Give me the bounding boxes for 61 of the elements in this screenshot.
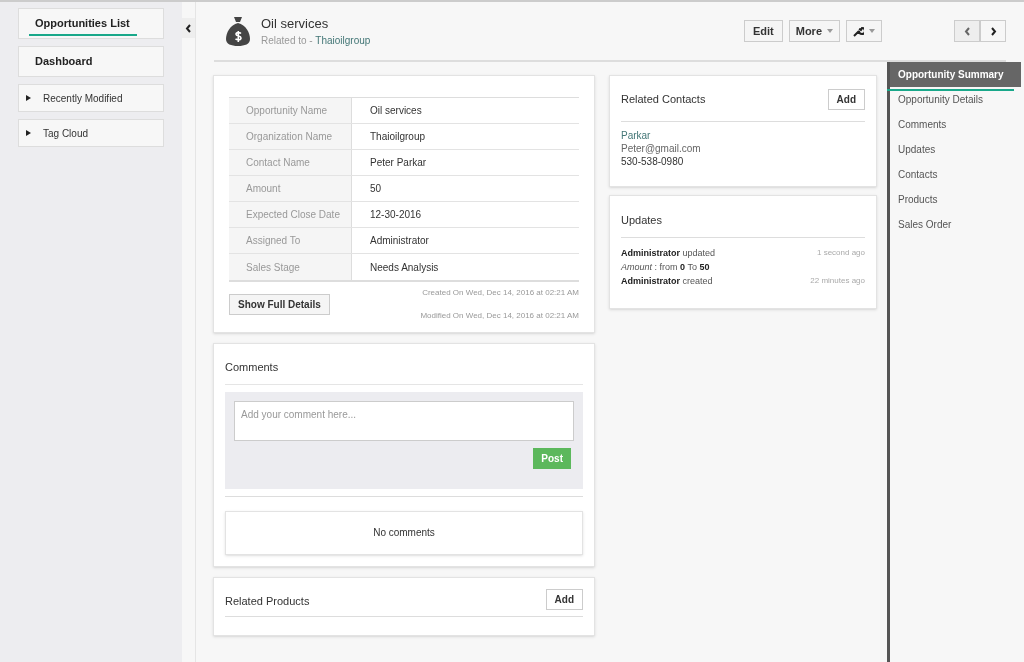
contact-email: Peter@gmail.com: [621, 142, 702, 155]
field-value: Thaioilgroup: [369, 130, 426, 144]
field-label: Expected Close Date: [229, 202, 352, 227]
edit-button[interactable]: Edit: [743, 20, 783, 42]
section-title: Related Products: [225, 594, 310, 609]
comment-input[interactable]: Add your comment here...: [234, 400, 574, 441]
update-time: 1 second ago: [816, 246, 865, 259]
caret-icon: [869, 29, 875, 33]
record-title: Oil services: [261, 14, 330, 33]
modified-timestamp: Modified On Wed, Dec 14, 2016 at 02:21 AM: [420, 310, 579, 322]
caret-icon: [827, 29, 833, 33]
sidebar-link[interactable]: Dashboard: [18, 46, 164, 77]
field-value: 12-30-2016: [369, 208, 422, 222]
collapse-sidebar-button[interactable]: [182, 18, 195, 38]
section-nav-item[interactable]: Updates: [890, 137, 1021, 162]
wrench-icon: [853, 25, 864, 37]
settings-dropdown[interactable]: [846, 20, 882, 42]
next-record-button[interactable]: [980, 20, 1006, 42]
section-title: Related Contacts: [621, 92, 706, 108]
contact-name-link[interactable]: Parkar: [621, 129, 651, 142]
section-title: Updates: [621, 212, 865, 238]
collapsible-section[interactable]: Tag Cloud: [18, 119, 164, 147]
field-label: Organization Name: [229, 124, 352, 149]
field-label: Contact Name: [229, 150, 352, 175]
show-full-details-button[interactable]: Show Full Details: [229, 294, 330, 315]
money-bag-icon: [226, 15, 250, 47]
field-label: Assigned To: [229, 228, 352, 253]
section-nav-item[interactable]: Contacts: [890, 162, 1021, 187]
related-label: Related to -: [261, 35, 314, 47]
section-nav-item[interactable]: Comments: [890, 112, 1021, 137]
chevron-left-icon: [185, 23, 192, 33]
organization-link[interactable]: Thaioilgroup: [315, 35, 371, 47]
chevron-right-icon: [989, 26, 997, 36]
collapsible-section[interactable]: Recently Modified: [18, 84, 164, 112]
field-value: Oil services: [369, 104, 422, 118]
no-comments-text: No comments: [373, 526, 435, 540]
previous-record-button[interactable]: [954, 20, 980, 42]
add-product-button[interactable]: Add: [545, 588, 583, 610]
more-dropdown[interactable]: More: [788, 20, 840, 42]
field-label: Amount: [229, 176, 352, 201]
section-nav-item[interactable]: Products: [890, 187, 1021, 212]
section-nav-item[interactable]: Opportunity Details: [890, 87, 1021, 112]
created-timestamp: Created On Wed, Dec 14, 2016 at 02:21 AM: [422, 287, 579, 299]
field-label: Sales Stage: [229, 254, 352, 280]
field-value: 50: [369, 182, 382, 196]
update-text: Administrator created: [621, 274, 713, 288]
field-label: Opportunity Name: [229, 98, 352, 123]
update-time: 22 minutes ago: [810, 274, 865, 287]
update-text: Administrator updated: [621, 246, 716, 260]
triangle-icon: [25, 130, 31, 136]
field-value: Peter Parkar: [369, 156, 427, 170]
section-title: Comments: [225, 359, 279, 385]
triangle-icon: [25, 95, 31, 101]
field-value: Administrator: [369, 234, 429, 248]
contact-phone: 530-538-0980: [621, 155, 685, 168]
sidebar-link[interactable]: Opportunities List: [18, 8, 164, 39]
add-contact-button[interactable]: Add: [827, 89, 865, 110]
field-value: Needs Analysis: [369, 260, 439, 275]
update-text: Amount : from 0 To 50: [621, 260, 710, 274]
section-nav-item[interactable]: Sales Order: [890, 212, 1021, 237]
chevron-left-icon: [963, 26, 971, 36]
